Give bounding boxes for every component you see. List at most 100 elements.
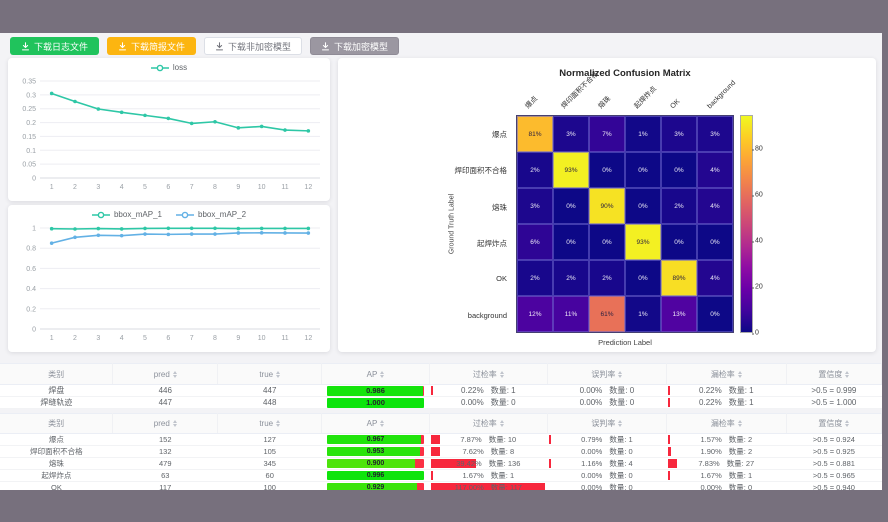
svg-text:7: 7 bbox=[190, 335, 194, 342]
column-header-over[interactable]: 过检率 bbox=[429, 364, 547, 385]
column-label-OK: OK bbox=[669, 97, 683, 111]
confusion-cell-background-起焊炸点: 1% bbox=[625, 296, 661, 332]
download-encrypted-model-button[interactable]: 下载加密模型 bbox=[310, 37, 399, 55]
sort-caret-icon[interactable] bbox=[618, 420, 622, 427]
confusion-cell-熔珠-爆点: 3% bbox=[517, 188, 553, 224]
sort-caret-icon[interactable] bbox=[500, 371, 504, 378]
column-label-起焊炸点: 起焊炸点 bbox=[633, 85, 659, 111]
name-cell: 熔珠 bbox=[0, 458, 113, 470]
column-header-ap[interactable]: AP bbox=[322, 414, 430, 434]
legend-item-bbox_mAP_2[interactable]: bbox_mAP_2 bbox=[176, 210, 246, 219]
rate-count: 数量: 0 bbox=[729, 482, 752, 490]
column-header-true[interactable]: true bbox=[218, 364, 322, 385]
rate-percent: 1.90% bbox=[701, 447, 722, 456]
colorbar-tick: 60 bbox=[755, 192, 763, 199]
true-cell: 60 bbox=[218, 470, 322, 482]
column-header-conf[interactable]: 置信度 bbox=[786, 414, 881, 434]
ap-bar: 0.900 bbox=[327, 459, 425, 468]
svg-text:4: 4 bbox=[120, 335, 124, 342]
sort-caret-icon[interactable] bbox=[845, 420, 849, 427]
metrics-table: 类别predtrueAP过检率误判率漏检率置信度爆点1521270.9677.8… bbox=[0, 413, 882, 490]
legend-item-loss[interactable]: loss bbox=[151, 63, 187, 72]
legend-item-bbox_mAP_1[interactable]: bbox_mAP_1 bbox=[92, 210, 162, 219]
true-cell: 105 bbox=[218, 446, 322, 458]
column-label-熔珠: 熔珠 bbox=[596, 95, 612, 111]
name-cell: 爆点 bbox=[0, 434, 113, 446]
column-header-mis[interactable]: 误判率 bbox=[547, 364, 666, 385]
sort-caret-icon[interactable] bbox=[276, 420, 280, 427]
ap-bar: 0.996 bbox=[327, 471, 425, 480]
training-dashboard: 下载日志文件下载简报文件下载非加密模型下载加密模型 loss 00.050.10… bbox=[0, 33, 882, 490]
svg-text:0.3: 0.3 bbox=[26, 92, 36, 99]
rate-percent: 0.00% bbox=[701, 483, 722, 490]
rate-percent: 0.22% bbox=[461, 386, 484, 395]
sort-caret-icon[interactable] bbox=[738, 420, 742, 427]
map-chart-legend: bbox_mAP_1 bbox_mAP_2 bbox=[8, 205, 330, 221]
miss-cell: 1.67%数量: 1 bbox=[666, 470, 786, 482]
loss-chart-legend: loss bbox=[8, 58, 330, 74]
rate-percent: 1.67% bbox=[463, 471, 484, 480]
download-toolbar: 下载日志文件下载简报文件下载非加密模型下载加密模型 bbox=[10, 37, 399, 55]
rate-bar: 1.57%数量: 2 bbox=[668, 434, 784, 445]
column-header-miss[interactable]: 漏检率 bbox=[666, 364, 786, 385]
rate-percent: 1.67% bbox=[701, 471, 722, 480]
column-header-name: 类别 bbox=[0, 364, 113, 385]
miss-cell: 7.83%数量: 27 bbox=[666, 458, 786, 470]
ap-cell: 0.900 bbox=[322, 458, 430, 470]
rate-count: 数量: 27 bbox=[727, 458, 755, 469]
column-header-pred[interactable]: pred bbox=[113, 414, 218, 434]
sort-caret-icon[interactable] bbox=[173, 371, 177, 378]
svg-text:0: 0 bbox=[32, 327, 36, 334]
ap-bar: 0.967 bbox=[327, 435, 425, 444]
sort-caret-icon[interactable] bbox=[500, 420, 504, 427]
sort-caret-icon[interactable] bbox=[380, 420, 384, 427]
column-header-label: 误判率 bbox=[591, 418, 615, 429]
sort-caret-icon[interactable] bbox=[618, 371, 622, 378]
legend-label: bbox_mAP_2 bbox=[198, 210, 246, 219]
over-cell: 0.00%数量: 0 bbox=[429, 397, 547, 409]
column-header-ap[interactable]: AP bbox=[322, 364, 430, 385]
column-header-conf[interactable]: 置信度 bbox=[786, 364, 881, 385]
ap-bar: 1.000 bbox=[327, 398, 425, 408]
ap-value: 1.000 bbox=[327, 398, 425, 408]
confusion-cell-OK-熔珠: 2% bbox=[589, 260, 625, 296]
svg-text:0.8: 0.8 bbox=[26, 246, 36, 253]
column-header-pred[interactable]: pred bbox=[113, 364, 218, 385]
sort-caret-icon[interactable] bbox=[738, 371, 742, 378]
column-header-miss[interactable]: 漏检率 bbox=[666, 414, 786, 434]
sort-caret-icon[interactable] bbox=[173, 420, 177, 427]
rate-bar: 7.87%数量: 10 bbox=[431, 434, 545, 445]
download-report-button[interactable]: 下载简报文件 bbox=[107, 37, 196, 55]
name-cell: 焊盘 bbox=[0, 385, 113, 397]
confusion-cell-起焊炸点-焊印面积不合格: 0% bbox=[553, 224, 589, 260]
sort-caret-icon[interactable] bbox=[380, 371, 384, 378]
download-plain-model-button[interactable]: 下载非加密模型 bbox=[204, 37, 302, 55]
confusion-cell-OK-OK: 89% bbox=[661, 260, 697, 296]
row-label-焊印面积不合格: 焊印面积不合格 bbox=[338, 165, 511, 176]
svg-text:12: 12 bbox=[304, 184, 312, 191]
column-header-mis[interactable]: 误判率 bbox=[547, 414, 666, 434]
column-header-true[interactable]: true bbox=[218, 414, 322, 434]
ap-cell: 0.986 bbox=[322, 385, 430, 397]
svg-text:1: 1 bbox=[50, 184, 54, 191]
svg-text:0.35: 0.35 bbox=[22, 79, 36, 86]
svg-text:6: 6 bbox=[166, 335, 170, 342]
over-cell: 1.67%数量: 1 bbox=[429, 470, 547, 482]
conf-cell: >0.5 = 0.924 bbox=[786, 434, 881, 446]
colorbar-tick: 20 bbox=[755, 284, 763, 291]
column-header-over[interactable]: 过检率 bbox=[429, 414, 547, 434]
sort-caret-icon[interactable] bbox=[276, 371, 280, 378]
rate-percent: 1.57% bbox=[701, 435, 722, 444]
rate-bar: 0.00%数量: 0 bbox=[549, 385, 664, 396]
pred-cell: 152 bbox=[113, 434, 218, 446]
download-icon bbox=[118, 42, 127, 51]
loss-chart-card: loss 00.050.10.150.20.250.30.35123456789… bbox=[8, 58, 330, 201]
sort-caret-icon[interactable] bbox=[845, 371, 849, 378]
download-log-button[interactable]: 下载日志文件 bbox=[10, 37, 99, 55]
svg-text:0.2: 0.2 bbox=[26, 306, 36, 313]
mis-cell: 0.00%数量: 0 bbox=[547, 397, 666, 409]
table-row-OK: OK1171000.929117.00%数量: 1170.00%数量: 00.0… bbox=[0, 482, 882, 491]
app-window: 下载日志文件下载简报文件下载非加密模型下载加密模型 loss 00.050.10… bbox=[0, 0, 888, 522]
confusion-matrix-title: Normalized Confusion Matrix bbox=[516, 68, 734, 79]
conf-cell: >0.5 = 0.999 bbox=[786, 385, 881, 397]
